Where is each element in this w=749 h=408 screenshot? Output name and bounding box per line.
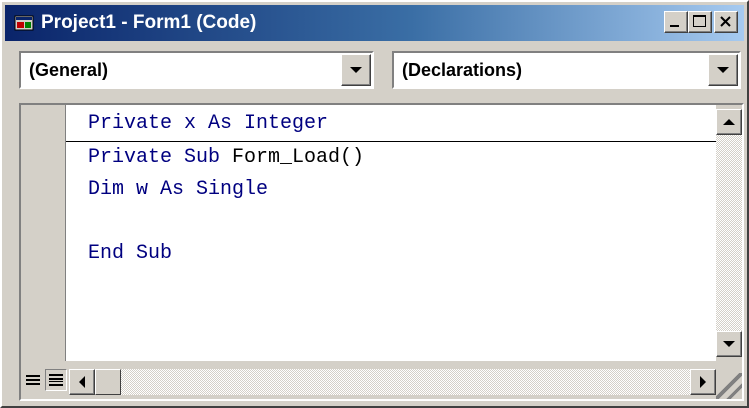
arrow-right-icon <box>700 376 706 388</box>
procedure-view-icon <box>26 375 40 385</box>
object-combo-value: (General) <box>29 60 109 80</box>
scroll-right-button[interactable] <box>690 369 716 395</box>
code-line: Private Sub Form_Load() <box>88 146 365 169</box>
code-line: Private x As Integer <box>88 112 329 135</box>
bottom-bar <box>21 361 742 399</box>
procedure-combo[interactable]: (Declarations) <box>392 51 741 89</box>
object-combo-dropdown-button[interactable] <box>341 54 371 86</box>
chevron-down-icon <box>350 67 362 73</box>
procedure-separator <box>66 141 716 142</box>
resize-grip-icon[interactable] <box>716 373 742 399</box>
chevron-down-icon <box>717 67 729 73</box>
vb-project-icon <box>14 15 34 31</box>
scroll-left-button[interactable] <box>69 369 95 395</box>
scroll-down-button[interactable] <box>716 331 742 357</box>
vertical-scroll-track[interactable] <box>716 135 742 331</box>
maximize-icon <box>693 15 706 27</box>
full-module-view-button[interactable] <box>45 369 67 391</box>
object-combo[interactable]: (General) <box>19 51 374 89</box>
code-window: Project1 - Form1 (Code) (General) (Decla… <box>0 0 749 408</box>
arrow-down-icon <box>723 341 735 347</box>
horizontal-scroll-track[interactable] <box>121 369 690 395</box>
margin-indicator-bar[interactable] <box>21 105 66 361</box>
close-icon <box>720 16 731 27</box>
procedure-combo-value: (Declarations) <box>402 60 523 80</box>
code-editor-frame: Private x As Integer Private Sub Form_Lo… <box>19 103 744 401</box>
horizontal-scrollbar[interactable] <box>69 369 716 395</box>
horizontal-scroll-thumb[interactable] <box>95 369 121 395</box>
scroll-up-button[interactable] <box>716 109 742 135</box>
full-module-view-icon <box>49 374 63 386</box>
arrow-up-icon <box>723 119 735 125</box>
procedure-view-button[interactable] <box>23 369 45 391</box>
code-line: Dim w As Single <box>88 178 269 201</box>
minimize-button[interactable] <box>664 11 688 33</box>
procedure-combo-dropdown-button[interactable] <box>708 54 738 86</box>
vertical-scrollbar[interactable] <box>716 105 742 361</box>
title-bar[interactable]: Project1 - Form1 (Code) <box>5 5 744 41</box>
close-button[interactable] <box>714 11 738 33</box>
window-title: Project1 - Form1 (Code) <box>41 12 257 33</box>
code-editor[interactable]: Private x As Integer Private Sub Form_Lo… <box>66 105 716 361</box>
code-line: End Sub <box>88 242 173 265</box>
maximize-button[interactable] <box>688 11 712 33</box>
minimize-icon <box>670 25 679 27</box>
arrow-left-icon <box>79 376 85 388</box>
